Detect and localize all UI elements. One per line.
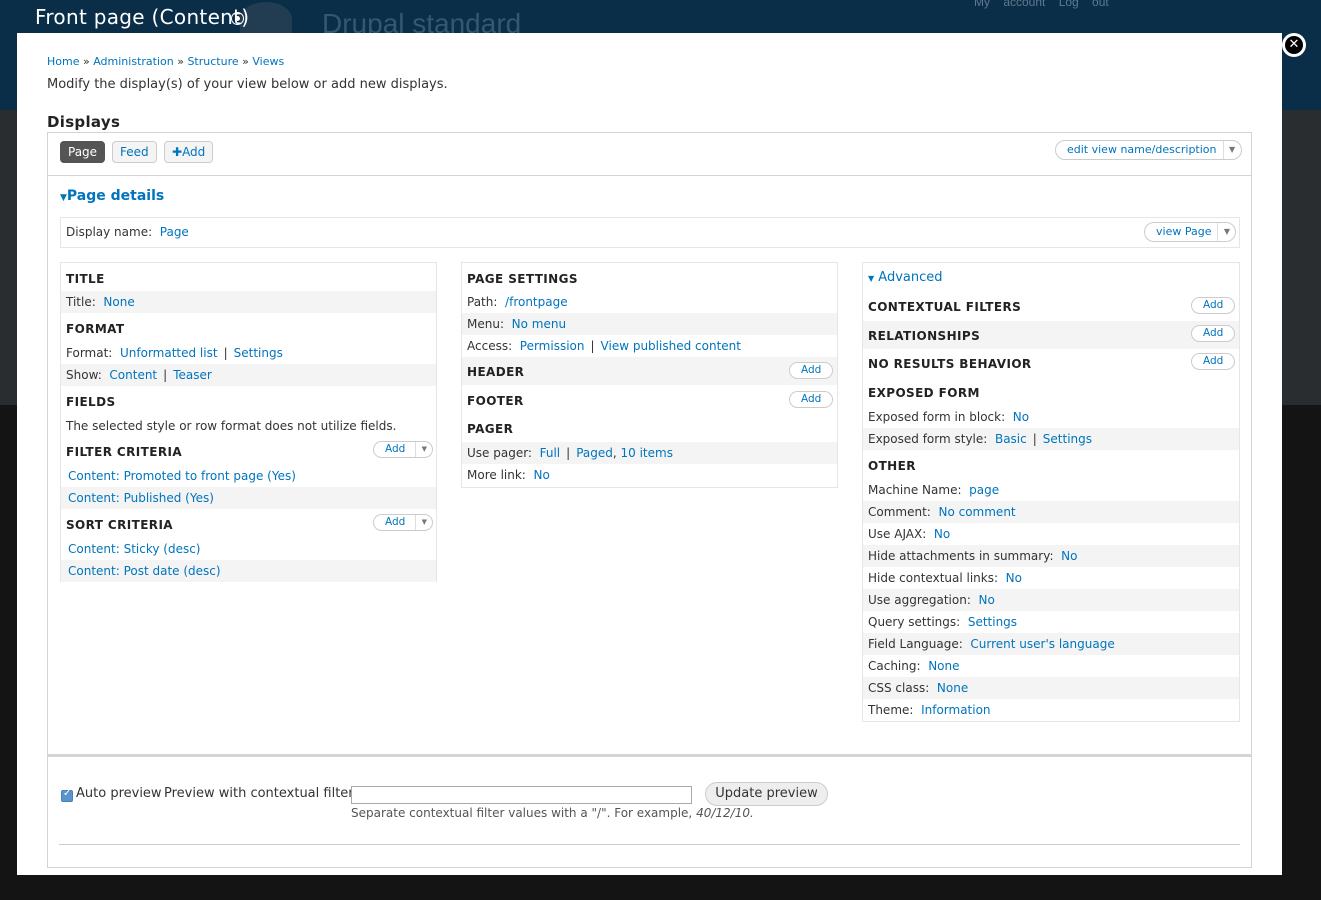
filter-criteria-heading: FILTER CRITERIA: [66, 445, 183, 459]
advanced-toggle[interactable]: ▼ Advanced: [868, 270, 943, 285]
sort-criteria-heading: SORT CRITERIA: [66, 518, 173, 532]
query-settings-link[interactable]: Settings: [968, 615, 1017, 629]
close-icon: ✕: [1285, 36, 1303, 54]
contextual-gear-icon[interactable]: [231, 12, 244, 25]
footer-add-button[interactable]: Add: [789, 391, 834, 408]
title-value-link[interactable]: None: [103, 295, 134, 309]
comment-link[interactable]: No comment: [938, 505, 1015, 519]
header-heading: HEADER: [467, 365, 525, 379]
contextual-filters-label: Preview with contextual filters:: [164, 786, 365, 801]
hide-attachments-link[interactable]: No: [1061, 549, 1077, 563]
chevron-down-icon[interactable]: ▼: [415, 442, 432, 457]
more-link-link[interactable]: No: [533, 468, 549, 482]
contextual-filters-add-button[interactable]: Add: [1191, 297, 1236, 314]
auto-preview-label: Auto preview: [76, 786, 162, 801]
update-preview-button[interactable]: Update preview: [705, 782, 828, 806]
chevron-down-icon[interactable]: ▼: [1217, 223, 1235, 241]
displays-heading: Displays: [47, 113, 121, 131]
breadcrumb-structure[interactable]: Structure: [187, 55, 238, 68]
page-intro: Modify the display(s) of your view below…: [47, 77, 448, 92]
tab-page[interactable]: Page: [60, 141, 106, 163]
exposed-block-link[interactable]: No: [1013, 410, 1029, 424]
no-results-add-button[interactable]: Add: [1191, 353, 1236, 370]
view-page-button[interactable]: view Page ▼: [1144, 222, 1237, 242]
filter-item-published[interactable]: Content: Published (Yes): [68, 491, 214, 505]
page-details-toggle[interactable]: ▼Page details: [60, 188, 164, 204]
exposed-style-settings-link[interactable]: Settings: [1043, 432, 1092, 446]
contextual-filters-heading: CONTEXTUAL FILTERS: [868, 300, 1022, 314]
triangle-down-icon: ▼: [60, 193, 67, 203]
filter-add-button[interactable]: Add ▼: [373, 441, 434, 458]
caching-link[interactable]: None: [928, 659, 959, 673]
fields-heading: FIELDS: [66, 395, 116, 409]
sort-add-button[interactable]: Add ▼: [373, 514, 434, 531]
breadcrumb-home[interactable]: Home: [47, 55, 79, 68]
right-column: ▼ Advanced CONTEXTUAL FILTERS Add RELATI…: [862, 262, 1240, 722]
breadcrumb-administration[interactable]: Administration: [93, 55, 174, 68]
relationships-heading: RELATIONSHIPS: [868, 329, 981, 343]
chevron-down-icon[interactable]: ▼: [1222, 141, 1241, 159]
show-content-link[interactable]: Content: [109, 368, 157, 382]
sort-item-post-date[interactable]: Content: Post date (desc): [68, 564, 221, 578]
menu-link[interactable]: No menu: [512, 317, 566, 331]
field-language-link[interactable]: Current user's language: [970, 637, 1114, 651]
header-add-button[interactable]: Add: [789, 362, 834, 379]
breadcrumb-views[interactable]: Views: [252, 55, 284, 68]
display-tabs: Page Feed ✚Add edit view name/descriptio…: [48, 133, 1251, 176]
preview-panel: Auto preview Preview with contextual fil…: [47, 755, 1252, 868]
fields-note: The selected style or row format does no…: [66, 419, 397, 433]
left-column: TITLE Title: None FORMAT Format: Unforma…: [60, 262, 437, 582]
title-heading: TITLE: [66, 272, 105, 286]
pager-heading: PAGER: [467, 422, 514, 436]
auto-preview-checkbox[interactable]: [61, 788, 73, 802]
relationships-add-button[interactable]: Add: [1191, 325, 1236, 342]
plus-icon: ✚: [172, 145, 183, 159]
account-links: My account Log out: [974, 0, 1109, 9]
exposed-form-heading: EXPOSED FORM: [868, 386, 980, 400]
show-teaser-link[interactable]: Teaser: [173, 368, 212, 382]
no-results-heading: NO RESULTS BEHAVIOR: [868, 357, 1032, 371]
edit-view-name-button[interactable]: edit view name/description ▼: [1055, 140, 1242, 160]
theme-link[interactable]: Information: [921, 703, 990, 717]
path-link[interactable]: /frontpage: [505, 295, 568, 309]
pager-items-link[interactable]: 10 items: [621, 446, 673, 460]
display-name-link[interactable]: Page: [160, 225, 189, 239]
close-dialog-button[interactable]: ✕: [1282, 33, 1306, 57]
contextual-filters-input[interactable]: [351, 786, 692, 804]
middle-column: PAGE SETTINGS Path: /frontpage Menu: No …: [461, 262, 838, 488]
css-class-link[interactable]: None: [937, 681, 968, 695]
format-value-link[interactable]: Unformatted list: [120, 346, 218, 360]
access-link[interactable]: Permission: [520, 339, 585, 353]
tab-feed[interactable]: Feed: [112, 141, 157, 163]
contextual-filter-hint: Separate contextual filter values with a…: [351, 806, 754, 820]
add-display-button[interactable]: ✚Add: [164, 141, 214, 163]
chevron-down-icon[interactable]: ▼: [415, 515, 432, 530]
use-pager-link[interactable]: Full: [540, 446, 561, 460]
pager-paged-link[interactable]: Paged: [576, 446, 613, 460]
machine-name-link[interactable]: page: [969, 483, 999, 497]
format-heading: FORMAT: [66, 322, 125, 336]
displays-panel: Page Feed ✚Add edit view name/descriptio…: [47, 132, 1252, 755]
views-edit-modal: Home » Administration » Structure » View…: [17, 33, 1282, 875]
filter-item-promoted[interactable]: Content: Promoted to front page (Yes): [68, 469, 296, 483]
page-settings-heading: PAGE SETTINGS: [467, 272, 578, 286]
access-detail-link[interactable]: View published content: [601, 339, 741, 353]
preview-divider: [59, 844, 1240, 845]
format-settings-link[interactable]: Settings: [234, 346, 283, 360]
other-heading: OTHER: [868, 459, 916, 473]
exposed-style-link[interactable]: Basic: [995, 432, 1027, 446]
use-ajax-link[interactable]: No: [934, 527, 950, 541]
sort-item-sticky[interactable]: Content: Sticky (desc): [68, 542, 201, 556]
use-aggregation-link[interactable]: No: [979, 593, 995, 607]
display-name-row: Display name: Page view Page ▼: [60, 217, 1240, 248]
triangle-down-icon: ▼: [868, 274, 875, 283]
hide-contextual-links-link[interactable]: No: [1006, 571, 1022, 585]
dialog-title: Front page (Content): [35, 5, 250, 29]
footer-heading: FOOTER: [467, 394, 524, 408]
breadcrumb: Home » Administration » Structure » View…: [47, 55, 285, 68]
